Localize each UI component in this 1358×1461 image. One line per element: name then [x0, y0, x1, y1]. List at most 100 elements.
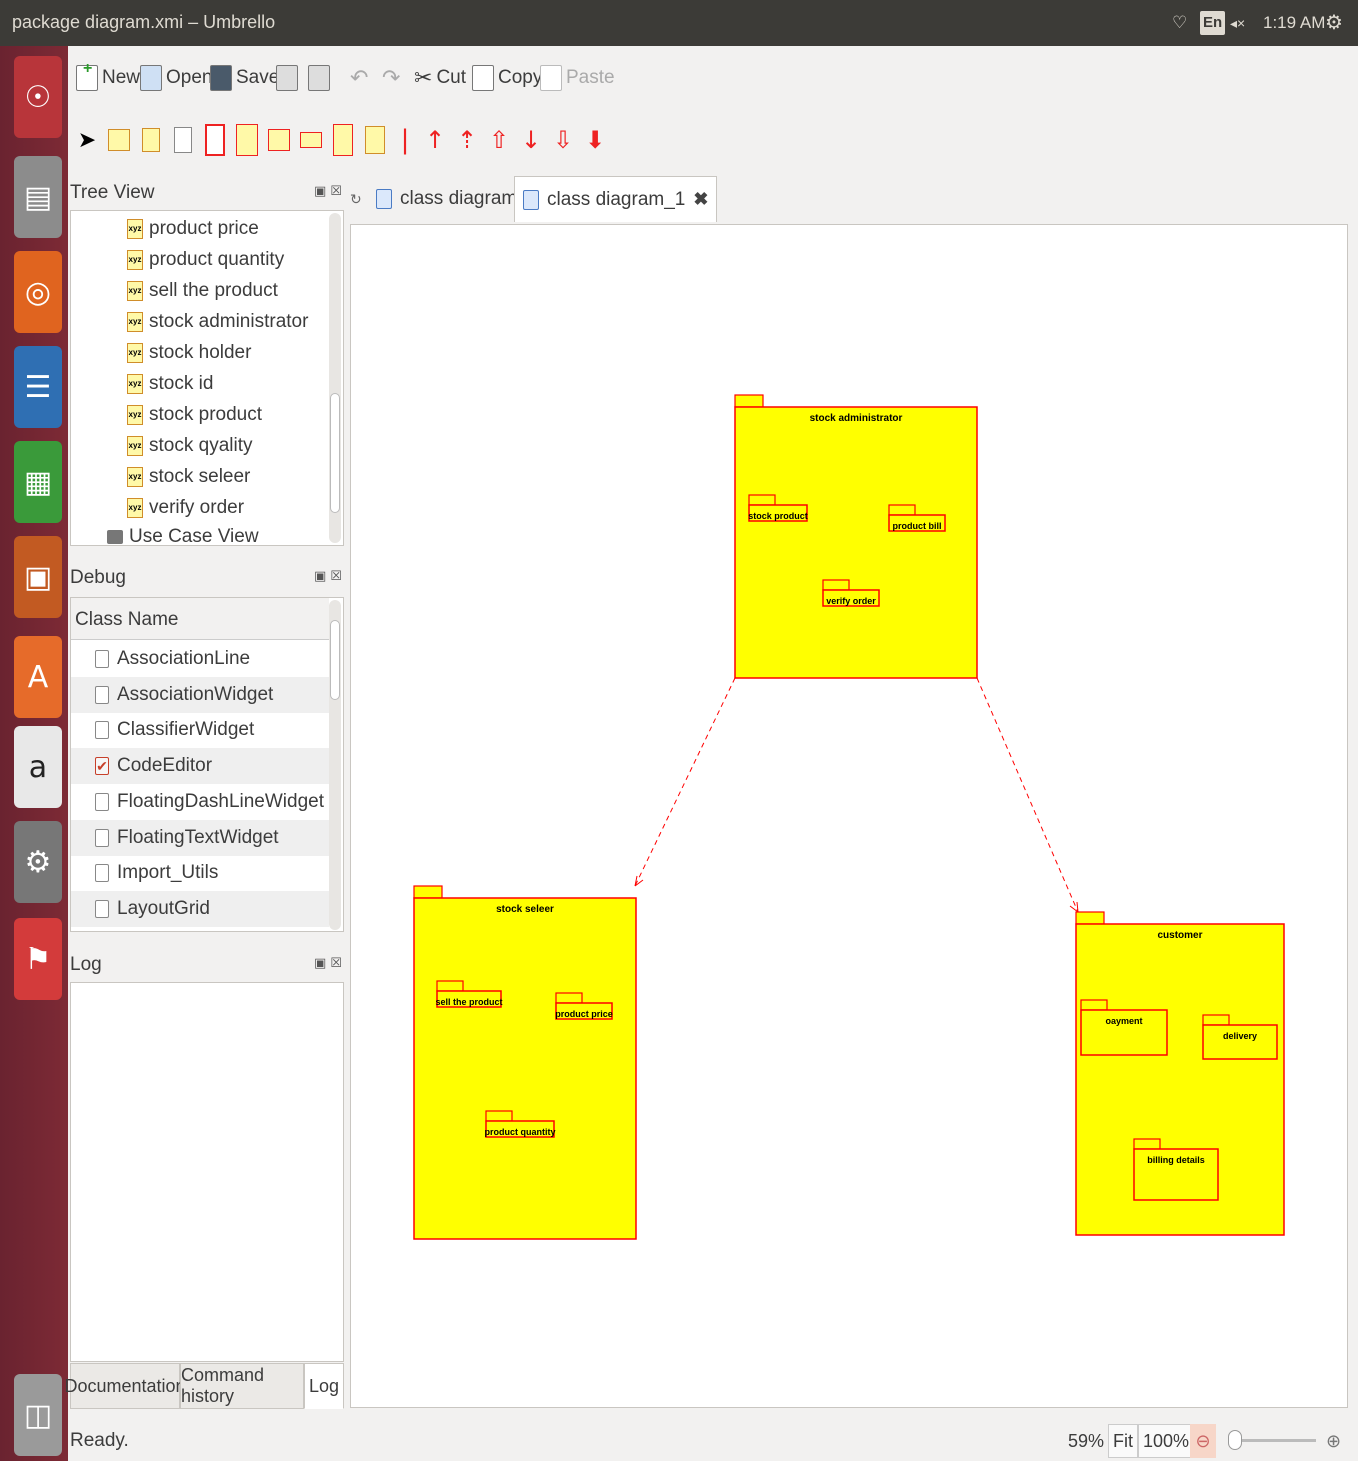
tab-log[interactable]: Log	[304, 1363, 344, 1409]
class-tool-icon[interactable]	[234, 122, 260, 158]
debug-dock-buttons[interactable]: ▣☒	[314, 569, 346, 584]
cut-button[interactable]: ✂ Cut	[414, 60, 466, 96]
umbrello-icon[interactable]: ⚑	[14, 918, 62, 1000]
save-icon	[210, 65, 232, 91]
debug-row[interactable]: AssociationWidget	[71, 676, 329, 713]
tree-view[interactable]: xyz product price xyz product quantity xyz se…	[70, 210, 344, 546]
debug-checkbox[interactable]	[95, 792, 109, 811]
tree-item[interactable]: xyz sell the product	[127, 276, 278, 306]
debug-row[interactable]: FloatingDashLineWidget	[71, 784, 329, 820]
power-gear-icon[interactable]: ⚙	[1325, 10, 1343, 36]
containment-arrow-icon[interactable]: ⬇	[582, 122, 608, 158]
tab-documentation[interactable]: Documentation	[64, 1363, 186, 1409]
tree-scrollbar[interactable]	[329, 213, 341, 543]
enum-tool-icon[interactable]	[330, 122, 356, 158]
package-stock-seleer[interactable]	[413, 897, 637, 1240]
debug-checkbox[interactable]	[95, 650, 109, 668]
debug-checkbox[interactable]: ✔	[95, 757, 109, 776]
software-center-icon[interactable]: A	[14, 636, 62, 718]
redo-button[interactable]: ↷	[382, 60, 400, 96]
debug-scrollbar[interactable]	[329, 600, 341, 930]
redo-icon: ↷	[382, 65, 401, 90]
debug-row[interactable]: LayoutGrid	[71, 890, 329, 927]
log-dock-buttons[interactable]: ▣☒	[314, 956, 346, 971]
debug-checkbox[interactable]	[95, 864, 109, 883]
tree-item[interactable]: xyz product quantity	[127, 245, 284, 275]
zoom-slider-track[interactable]	[1232, 1439, 1316, 1442]
trash-icon[interactable]: ◫	[14, 1374, 62, 1456]
tree-item[interactable]: xyz product price	[127, 214, 259, 244]
debug-checkbox[interactable]	[95, 899, 109, 918]
tree-item[interactable]: xyz stock product	[127, 400, 262, 430]
component-tool-icon[interactable]	[138, 122, 164, 158]
package-diagram[interactable]: stock administrator stock product product …	[351, 225, 1348, 1408]
firefox-icon[interactable]: ◎	[14, 251, 62, 333]
tree-item[interactable]: xyz verify order	[127, 493, 244, 523]
debug-row[interactable]: ✔ CodeEditor	[71, 748, 329, 785]
diagram-canvas[interactable]: stock administrator stock product product …	[350, 224, 1348, 1408]
new-tab-icon[interactable]: ↻	[350, 192, 362, 208]
zoom-slider-handle[interactable]	[1228, 1430, 1242, 1450]
impress-icon[interactable]: ▣	[14, 536, 62, 618]
interface-tool-icon[interactable]	[266, 122, 292, 158]
tree-view-dock-buttons[interactable]: ▣☒	[314, 184, 346, 199]
tree-item[interactable]: xyz stock qyality	[127, 431, 252, 461]
volume-muted-icon[interactable]: ◂×	[1230, 10, 1245, 36]
debug-checkbox[interactable]	[95, 685, 109, 704]
fit-button[interactable]: Fit	[1108, 1424, 1138, 1458]
datatype-tool-icon[interactable]	[298, 122, 324, 158]
select-arrow-icon[interactable]: ➤	[74, 122, 100, 158]
amazon-icon[interactable]: a	[14, 726, 62, 808]
new-button[interactable]: + New	[76, 60, 140, 96]
debug-checkbox[interactable]	[95, 828, 109, 847]
package-stock-administrator[interactable]	[734, 406, 978, 679]
paste-button[interactable]: Paste	[540, 60, 615, 96]
subsystem-tool-icon[interactable]	[362, 122, 388, 158]
tab-command-history[interactable]: Command history	[180, 1363, 304, 1409]
keyboard-indicator[interactable]: En	[1200, 11, 1226, 35]
debug-checkbox[interactable]	[95, 721, 109, 740]
package-tool-icon[interactable]	[106, 122, 132, 158]
zoom-out-icon[interactable]: ⊖	[1190, 1424, 1216, 1458]
tree-item[interactable]: xyz stock id	[127, 369, 213, 399]
debug-scroll-thumb[interactable]	[330, 620, 340, 700]
network-icon[interactable]: ♡	[1172, 10, 1187, 36]
undo-button[interactable]: ↶	[350, 60, 368, 96]
clock[interactable]: 1:19 AM	[1263, 10, 1325, 36]
debug-row-label: FloatingTextWidget	[117, 826, 279, 848]
settings-icon[interactable]: ⚙	[14, 821, 62, 903]
tree-folder-use-case-view[interactable]: Use Case View	[107, 522, 259, 545]
association-arrow-icon[interactable]: ⇡	[454, 122, 480, 158]
generalization-arrow-icon[interactable]: ⇧	[486, 122, 512, 158]
debug-row[interactable]: ClassifierWidget	[71, 712, 329, 748]
copy-button[interactable]: Copy	[472, 60, 542, 96]
aggregation-arrow-icon[interactable]: ↓	[518, 122, 544, 158]
close-tab-icon[interactable]: ✖	[693, 189, 708, 210]
box-tool-icon[interactable]	[202, 122, 228, 158]
note-tool-icon[interactable]	[170, 122, 196, 158]
debug-row[interactable]: AssociationLine	[71, 641, 329, 677]
save-button[interactable]: Save	[210, 60, 279, 96]
ubuntu-home-icon[interactable]: ☉	[14, 56, 62, 138]
dependency-arrow-icon[interactable]: ↑	[422, 122, 448, 158]
print-button[interactable]	[276, 60, 298, 96]
debug-list[interactable]: Class Name AssociationLine AssociationWid…	[70, 597, 344, 932]
tree-item[interactable]: xyz stock administrator	[127, 307, 308, 337]
tree-item[interactable]: xyz stock seleer	[127, 462, 250, 492]
tree-item[interactable]: xyz stock holder	[127, 338, 251, 368]
composition-arrow-icon[interactable]: ⇩	[550, 122, 576, 158]
tree-scroll-thumb[interactable]	[330, 393, 340, 513]
zoom-100-button[interactable]: 100%	[1138, 1424, 1195, 1458]
open-button[interactable]: Open	[140, 60, 212, 96]
log-area[interactable]	[70, 982, 344, 1362]
debug-row[interactable]: FloatingTextWidget	[71, 819, 329, 856]
zoom-in-icon[interactable]: ⊕	[1326, 1424, 1341, 1458]
files-icon[interactable]: ▤	[14, 156, 62, 238]
package-label: verify order	[826, 596, 876, 606]
tab-class-diagram-1[interactable]: class diagram_1 ✖	[514, 176, 718, 222]
writer-icon[interactable]: ☰	[14, 346, 62, 428]
calc-icon[interactable]: ▦	[14, 441, 62, 523]
debug-column-header[interactable]: Class Name	[71, 598, 329, 640]
print-preview-button[interactable]	[308, 60, 330, 96]
debug-row[interactable]: Import_Utils	[71, 855, 329, 891]
